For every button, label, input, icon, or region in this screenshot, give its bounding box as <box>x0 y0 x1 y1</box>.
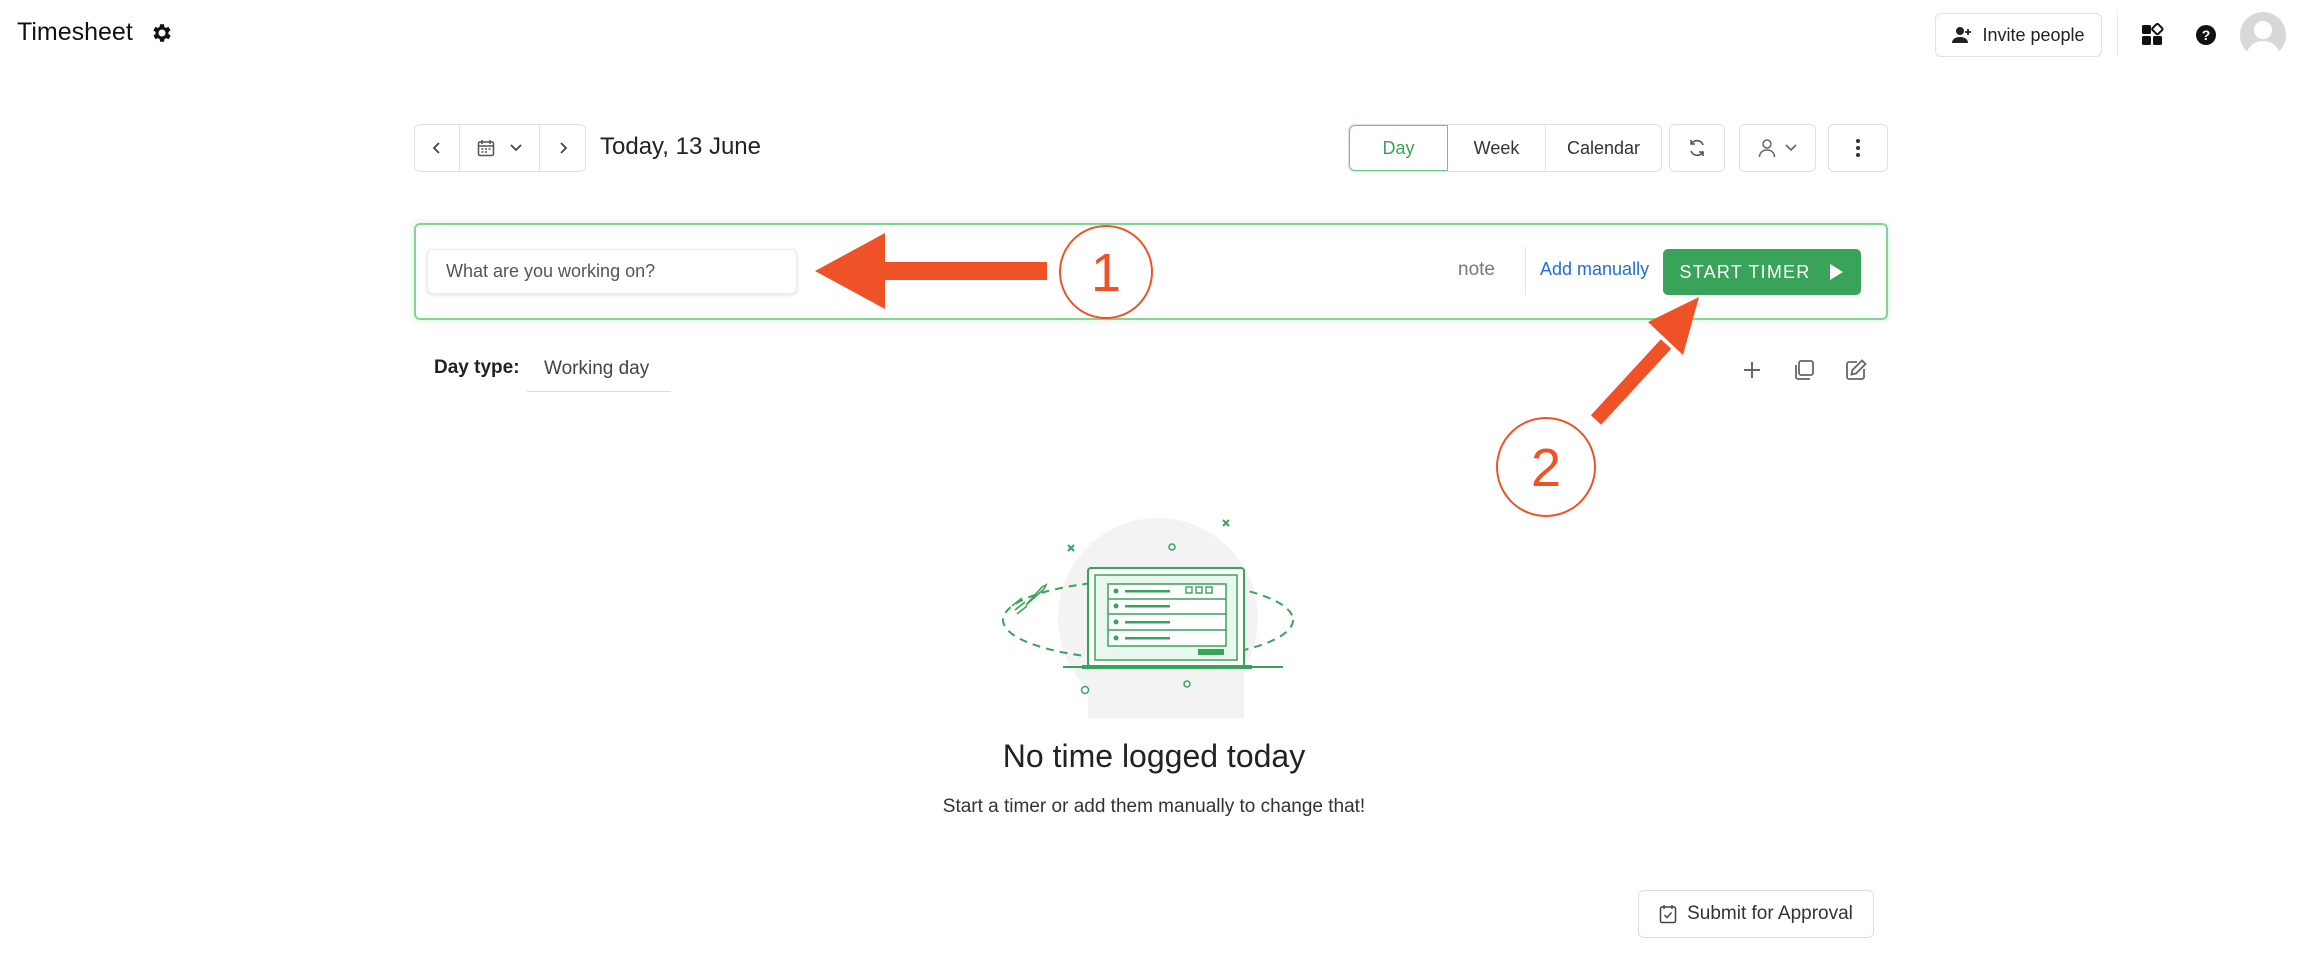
invite-people-button[interactable]: Invite people <box>1935 13 2102 57</box>
add-entry-icon[interactable] <box>1740 358 1764 382</box>
day-type-label: Day type: <box>434 357 520 378</box>
calendar-icon <box>477 140 494 157</box>
chevron-left-icon <box>432 142 440 154</box>
prev-day-button[interactable] <box>415 125 460 171</box>
settings-gear-icon[interactable] <box>150 21 174 45</box>
note-link[interactable]: note <box>1458 259 1495 281</box>
svg-text:?: ? <box>2202 27 2211 43</box>
user-avatar[interactable] <box>2240 12 2286 58</box>
current-date-label: Today, 13 June <box>600 133 762 160</box>
empty-state-title: No time logged today <box>1002 738 1306 774</box>
edit-icon[interactable] <box>1844 358 1868 382</box>
help-icon[interactable]: ? <box>2194 23 2218 47</box>
date-picker-button[interactable] <box>460 125 540 171</box>
task-description-input[interactable] <box>427 249 797 294</box>
calendar-check-icon <box>1659 905 1677 924</box>
refresh-button[interactable] <box>1669 124 1725 172</box>
add-user-icon <box>1952 27 1972 43</box>
tab-week[interactable]: Week <box>1448 125 1546 171</box>
copy-icon[interactable] <box>1792 358 1816 382</box>
tab-calendar[interactable]: Calendar <box>1546 125 1661 171</box>
empty-timesheet-illustration <box>1002 518 1294 718</box>
empty-state-subtitle: Start a timer or add them manually to ch… <box>942 796 1366 817</box>
more-vertical-icon <box>1856 139 1860 157</box>
annotation-overlay: 1 2 <box>815 225 1699 517</box>
apps-grid-icon[interactable] <box>2140 23 2164 47</box>
step-2-number: 2 <box>1531 438 1561 498</box>
submit-for-approval-button[interactable]: Submit for Approval <box>1638 890 1874 938</box>
step-2-circle <box>1496 417 1596 517</box>
date-navigator <box>414 124 586 172</box>
timer-divider <box>1525 247 1526 295</box>
view-tabs: Day Week Calendar <box>1348 124 1662 172</box>
start-timer-button[interactable]: START TIMER <box>1663 249 1861 295</box>
arrow-2-shaft <box>1590 339 1672 425</box>
user-icon <box>1758 139 1775 158</box>
header-divider <box>2117 14 2118 56</box>
chevron-down-icon <box>509 144 522 152</box>
chevron-right-icon <box>559 142 567 154</box>
refresh-icon <box>1690 139 1704 157</box>
chevron-down-icon <box>1784 144 1797 152</box>
start-timer-label: START TIMER <box>1679 261 1811 282</box>
invite-people-label: Invite people <box>1982 24 2085 45</box>
app-title: Timesheet <box>17 18 133 46</box>
avatar-silhouette-icon <box>2245 21 2281 58</box>
add-manually-link[interactable]: Add manually <box>1540 259 1649 280</box>
next-day-button[interactable] <box>540 125 585 171</box>
tab-day[interactable]: Day <box>1349 125 1448 171</box>
user-filter-dropdown[interactable] <box>1739 124 1816 172</box>
play-icon <box>1830 264 1844 280</box>
day-type-select[interactable]: Working day <box>527 346 671 392</box>
more-options-button[interactable] <box>1828 124 1888 172</box>
submit-label: Submit for Approval <box>1687 903 1853 924</box>
